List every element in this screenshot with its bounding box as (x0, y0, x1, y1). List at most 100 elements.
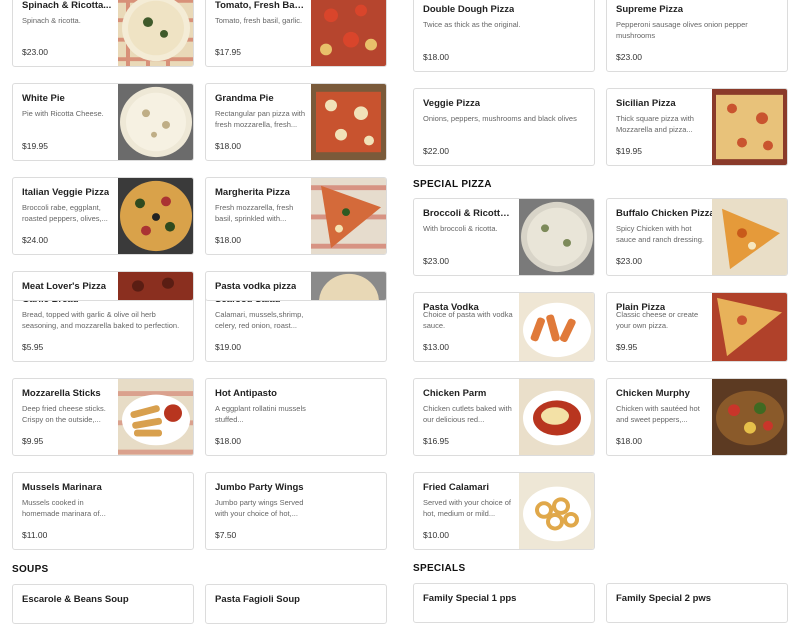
item-price: $18.00 (215, 235, 241, 245)
menu-item-card[interactable]: Chicken Murphy Chicken with sautéed hot … (606, 378, 788, 456)
menu-item-card[interactable]: Fried Calamari Served with your choice o… (413, 472, 595, 550)
item-description: Pepperoni sausage olives onion pepper mu… (616, 20, 748, 40)
menu-item-card[interactable]: Italian Veggie Pizza Broccoli rabe, eggp… (12, 177, 194, 255)
item-description: Onions, peppers, mushrooms and black oli… (423, 114, 577, 123)
item-price: $19.95 (22, 141, 48, 151)
food-image (712, 199, 787, 275)
item-name: Italian Veggie Pizza (22, 187, 110, 198)
food-image (712, 379, 787, 455)
food-image (519, 199, 594, 275)
menu-item-card[interactable]: Plain Pizza Classic cheese or create you… (606, 292, 788, 362)
item-price: $23.00 (616, 52, 642, 62)
item-name: Chicken Murphy (616, 388, 690, 399)
item-description: A eggplant rollatini mussels stuffed... (215, 404, 306, 424)
item-price: $23.00 (22, 47, 48, 57)
item-name: Broccoli & Ricotta... (423, 208, 513, 219)
item-name: Meat Lover's Pizza (22, 281, 107, 292)
menu-item-card[interactable]: Broccoli & Ricotta... With broccoli & ri… (413, 198, 595, 276)
item-description: Tomato, fresh basil, garlic. (215, 16, 303, 25)
food-image (118, 178, 193, 254)
menu-item-card[interactable]: Pasta Fagioli Soup (205, 584, 387, 624)
item-price: $24.00 (22, 235, 48, 245)
item-price: $18.00 (215, 436, 241, 446)
food-image (519, 293, 594, 361)
item-name: Mussels Marinara (22, 482, 102, 493)
menu-item-card[interactable]: Veggie Pizza Onions, peppers, mushrooms … (413, 88, 595, 166)
menu-item-card[interactable]: White Pie Pie with Ricotta Cheese. $19.9… (12, 83, 194, 161)
item-description: With broccoli & ricotta. (423, 224, 498, 233)
food-image (118, 379, 193, 455)
item-name: Fried Calamari (423, 482, 489, 493)
item-name: Sicilian Pizza (616, 98, 676, 109)
item-name: Family Special 2 pws (616, 593, 712, 604)
menu-item-card[interactable]: Mozzarella Sticks Deep fried cheese stic… (12, 378, 194, 456)
menu-item-card[interactable]: Buffalo Chicken Pizza Spicy Chicken with… (606, 198, 788, 276)
item-description: Fresh mozzarella, fresh basil, sprinkled… (215, 203, 294, 223)
item-price: $5.95 (22, 342, 44, 352)
item-price: $23.00 (616, 256, 642, 266)
item-name: Hot Antipasto (215, 388, 277, 399)
item-description: Spinach & ricotta. (22, 16, 81, 25)
menu-item-card[interactable]: Spinach & Ricotta... Spinach & ricotta. … (12, 0, 194, 67)
item-price: $17.95 (215, 47, 241, 57)
item-description: Rectangular pan pizza with fresh mozzare… (215, 109, 306, 129)
item-description: Thick square pizza with Mozzarella and p… (616, 114, 694, 134)
food-image (712, 89, 787, 165)
section-heading-specials: SPECIALS (413, 563, 466, 574)
food-image (712, 293, 787, 361)
item-description: Classic cheese or create your own pizza. (616, 310, 699, 330)
menu-item-card[interactable]: Pasta Vodka Choice of pasta with vodka s… (413, 292, 595, 362)
item-price: $9.95 (616, 342, 638, 352)
item-price: $11.00 (22, 530, 48, 540)
item-price: $19.95 (616, 146, 642, 156)
item-name: Supreme Pizza (616, 4, 684, 15)
food-image (311, 84, 386, 160)
menu-item-card[interactable]: Double Dough Pizza Twice as thick as the… (413, 0, 595, 72)
menu-item-card[interactable]: Hot Antipasto A eggplant rollatini musse… (205, 378, 387, 456)
item-description: Deep fried cheese sticks. Crispy on the … (22, 404, 106, 424)
item-description: Chicken with sautéed hot and sweet peppe… (616, 404, 700, 424)
menu-item-card[interactable]: Meat Lover's Pizza (12, 271, 194, 301)
food-image (118, 84, 193, 160)
item-description: Mussels cooked in homemade marinara of..… (22, 498, 106, 518)
item-name: Margherita Pizza (215, 187, 290, 198)
item-description: Served with your choice of hot, medium o… (423, 498, 511, 518)
menu-item-card[interactable]: Chicken Parm Chicken cutlets baked with … (413, 378, 595, 456)
menu-item-card[interactable]: Family Special 1 pps (413, 583, 595, 623)
item-name: Double Dough Pizza (423, 4, 515, 15)
item-description: Calamari, mussels,shrimp, celery, red on… (215, 310, 304, 330)
menu-item-card[interactable]: Sicilian Pizza Thick square pizza with M… (606, 88, 788, 166)
item-description: Bread, topped with garlic & olive oil he… (22, 310, 180, 330)
food-image (311, 272, 386, 300)
item-price: $7.50 (215, 530, 237, 540)
menu-item-card[interactable]: Escarole & Beans Soup (12, 584, 194, 624)
item-description: Spicy Chicken with hot sauce and ranch d… (616, 224, 704, 244)
item-name: Family Special 1 pps (423, 593, 517, 604)
item-name: White Pie (22, 93, 65, 104)
menu-item-card[interactable]: Mussels Marinara Mussels cooked in homem… (12, 472, 194, 550)
item-price: $18.00 (616, 436, 642, 446)
item-price: $18.00 (215, 141, 241, 151)
food-image (311, 178, 386, 254)
item-name: Buffalo Chicken Pizza (616, 208, 715, 219)
menu-item-card[interactable]: Supreme Pizza Pepperoni sausage olives o… (606, 0, 788, 72)
item-price: $19.00 (215, 342, 241, 352)
food-image (311, 0, 386, 66)
menu-item-card[interactable]: Tomato, Fresh Basil,... Tomato, fresh ba… (205, 0, 387, 67)
menu-item-card[interactable]: Margherita Pizza Fresh mozzarella, fresh… (205, 177, 387, 255)
menu-item-card[interactable]: Family Special 2 pws (606, 583, 788, 623)
menu-item-card[interactable]: Jumbo Party Wings Jumbo party wings Serv… (205, 472, 387, 550)
item-description: Chicken cutlets baked with our delicious… (423, 404, 512, 424)
item-name: Tomato, Fresh Basil,... (215, 0, 305, 11)
item-name: Jumbo Party Wings (215, 482, 304, 493)
food-image (519, 473, 594, 549)
item-name: Grandma Pie (215, 93, 274, 104)
food-image (519, 379, 594, 455)
item-description: Twice as thick as the original. (423, 20, 521, 29)
menu-item-card[interactable]: Grandma Pie Rectangular pan pizza with f… (205, 83, 387, 161)
item-price: $10.00 (423, 530, 449, 540)
menu-item-card[interactable]: Pasta vodka pizza (205, 271, 387, 301)
food-image (118, 272, 193, 300)
item-price: $18.00 (423, 52, 449, 62)
item-description: Broccoli rabe, eggplant, roasted peppers… (22, 203, 108, 223)
